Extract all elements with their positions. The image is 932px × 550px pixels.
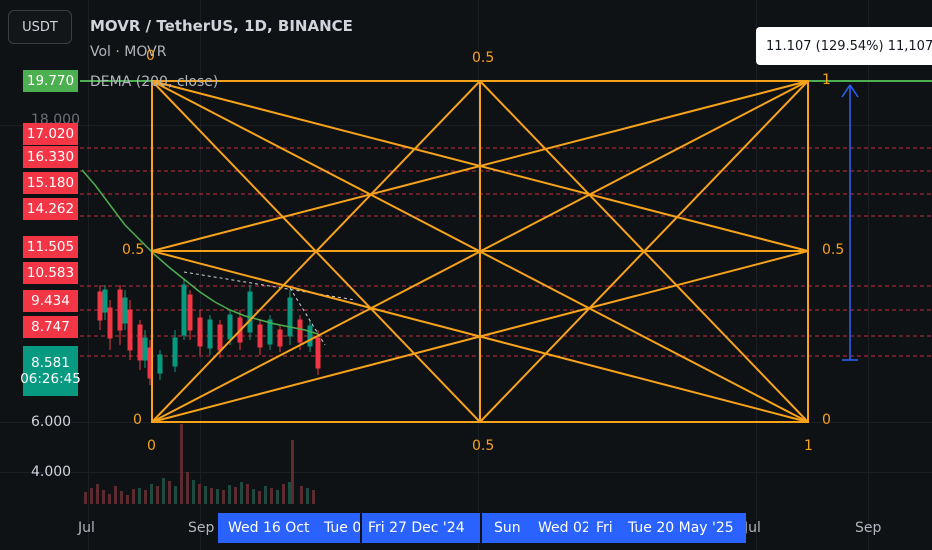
price-tag: 10.583 <box>23 262 78 284</box>
time-label: Sep <box>855 520 882 536</box>
gann-label-left-mid: 0.5 <box>122 242 145 258</box>
dema-legend[interactable]: DEMA (200, close) <box>90 74 218 90</box>
price-tick: 4.000 <box>31 464 72 480</box>
candles <box>97 278 321 385</box>
gann-label-left-bottom: 0 <box>133 412 142 428</box>
gann-label-bottom-left: 0 <box>147 438 156 454</box>
price-tag: 16.330 <box>23 146 78 168</box>
current-price-tag: 19.770 <box>23 70 78 92</box>
price-tag: 14.262 <box>23 198 78 220</box>
price-tag: 17.020 <box>23 123 78 145</box>
date-tag: Wed 16 Oct <box>218 513 324 543</box>
time-label: Jul <box>78 520 95 536</box>
gann-label-bottom-right: 1 <box>804 438 813 454</box>
gann-label-right-mid: 0.5 <box>822 242 845 258</box>
currency-selector[interactable]: USDT <box>8 10 72 44</box>
price-tag: 8.747 <box>23 316 78 338</box>
measure-label: 11.107 (129.54%) 11,107 <box>756 27 932 65</box>
gann-label-top-mid: 0.5 <box>472 50 495 66</box>
volume-bars <box>84 424 315 504</box>
bar-countdown: 06:26:45 <box>20 371 81 387</box>
date-tag: Fri 27 Dec '24 <box>362 513 480 543</box>
gann-label-right-bottom: 0 <box>822 412 831 428</box>
price-tick: 6.000 <box>31 414 72 430</box>
last-price-tag: 8.581 06:26:45 <box>20 346 81 396</box>
symbol-title[interactable]: MOVR / TetherUS, 1D, BINANCE <box>90 17 353 35</box>
volume-legend[interactable]: Vol · MOVR <box>90 44 166 60</box>
date-tag: Wed 02 <box>530 513 596 543</box>
gann-label-bottom-mid: 0.5 <box>472 438 495 454</box>
date-tag: Tue 0 <box>320 513 360 543</box>
measure-arrow[interactable] <box>841 84 859 361</box>
gann-label-top-right: 1 <box>822 72 831 88</box>
price-tag: 11.505 <box>23 236 78 258</box>
gann-label-top-left: 0 <box>146 48 155 64</box>
price-tag: 9.434 <box>23 290 78 312</box>
gann-box[interactable] <box>151 80 809 423</box>
last-price: 8.581 <box>31 355 70 371</box>
time-label: Jul <box>744 520 761 536</box>
time-label: Sep <box>188 520 215 536</box>
date-tag: Tue 20 May '25 <box>624 513 746 543</box>
price-tag: 15.180 <box>23 172 78 194</box>
